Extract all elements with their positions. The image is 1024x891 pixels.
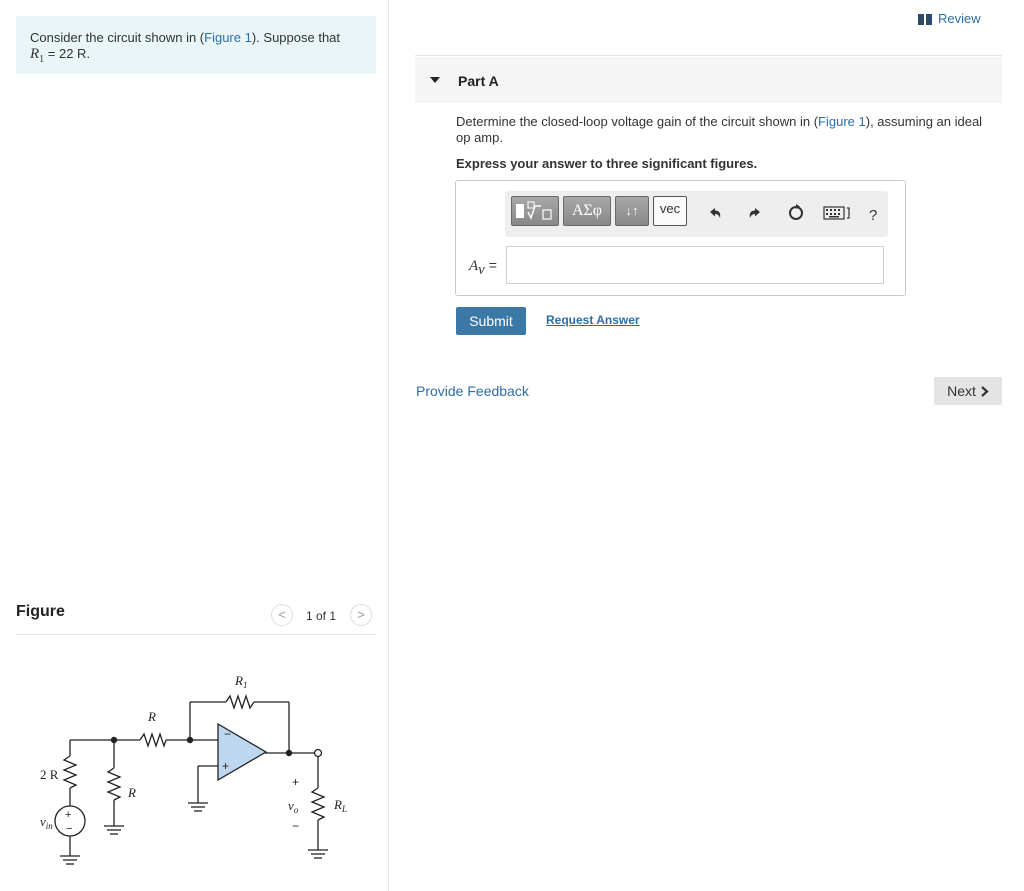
greek-symbols-button[interactable]: ΑΣφ [563, 196, 611, 226]
next-figure-button[interactable]: > [350, 604, 372, 626]
prev-figure-button[interactable]: < [271, 604, 293, 626]
label-2r: 2 R [40, 767, 59, 782]
answer-box: ΑΣφ ↓↑ vec ? Av = [455, 180, 906, 296]
collapse-triangle-icon [430, 77, 440, 83]
problem-statement: Consider the circuit shown in (Figure 1)… [16, 16, 376, 74]
redo-icon[interactable] [747, 205, 763, 221]
part-title: Part A [458, 73, 499, 89]
chevron-right-icon [981, 386, 989, 397]
book-icon [918, 14, 932, 26]
figure-rule [16, 634, 376, 635]
svg-text:+: + [222, 759, 229, 773]
provide-feedback-link[interactable]: Provide Feedback [416, 383, 529, 399]
svg-text:+: + [65, 809, 71, 821]
label-r-shunt: R [127, 785, 136, 800]
column-divider [388, 0, 389, 891]
next-label: Next [947, 383, 976, 399]
label-vin: vin [40, 814, 53, 831]
review-label: Review [938, 11, 981, 26]
problem-text-after: ). Suppose that [251, 30, 341, 45]
undo-icon[interactable] [707, 205, 723, 221]
math-toolbar: ΑΣφ ↓↑ vec ? [505, 191, 888, 237]
question-text: Determine the closed-loop voltage gain o… [456, 114, 983, 145]
r1-value: = 22 R. [44, 46, 91, 61]
arrows-button[interactable]: ↓↑ [615, 196, 649, 226]
problem-text: Consider the circuit shown in ( [30, 30, 205, 45]
figure-link[interactable]: Figure 1 [204, 30, 252, 45]
resistor-r-series [139, 731, 167, 749]
svg-text:−: − [292, 819, 299, 833]
resistor-r-shunt [106, 767, 122, 801]
help-button[interactable]: ? [869, 207, 877, 224]
resistor-r1 [225, 693, 255, 711]
label-r-series: R [147, 709, 156, 724]
answer-label: Av = [469, 257, 497, 278]
vec-button[interactable]: vec [653, 196, 687, 226]
templates-button[interactable] [511, 196, 559, 226]
top-rule [415, 55, 1002, 56]
keyboard-icon[interactable] [823, 206, 851, 220]
r1-symbol: R1 [30, 46, 45, 65]
templates-icon [516, 201, 552, 220]
question-figure-link[interactable]: Figure 1 [818, 114, 866, 129]
next-button[interactable]: Next [934, 377, 1002, 405]
svg-text:+: + [292, 775, 299, 789]
reset-icon[interactable] [787, 203, 805, 221]
resistor-rl [310, 787, 326, 821]
review-link[interactable]: Review [918, 11, 981, 26]
figure-pager-text: 1 of 1 [306, 609, 337, 623]
svg-text:−: − [224, 727, 231, 741]
circuit-diagram: − + + − + − R1 R 2 R R vin vo RL [40, 673, 347, 865]
figure-title: Figure [16, 603, 65, 620]
submit-button[interactable]: Submit [456, 307, 526, 335]
resistor-2r [62, 755, 78, 789]
answer-input[interactable] [506, 246, 884, 284]
instruction-text: Express your answer to three significant… [456, 156, 758, 171]
label-vo: vo [288, 798, 299, 815]
label-r1: R1 [234, 673, 247, 690]
label-rl: RL [333, 797, 347, 814]
part-a-header[interactable]: Part A [415, 57, 1002, 103]
svg-text:−: − [66, 823, 72, 835]
request-answer-link[interactable]: Request Answer [546, 313, 640, 327]
